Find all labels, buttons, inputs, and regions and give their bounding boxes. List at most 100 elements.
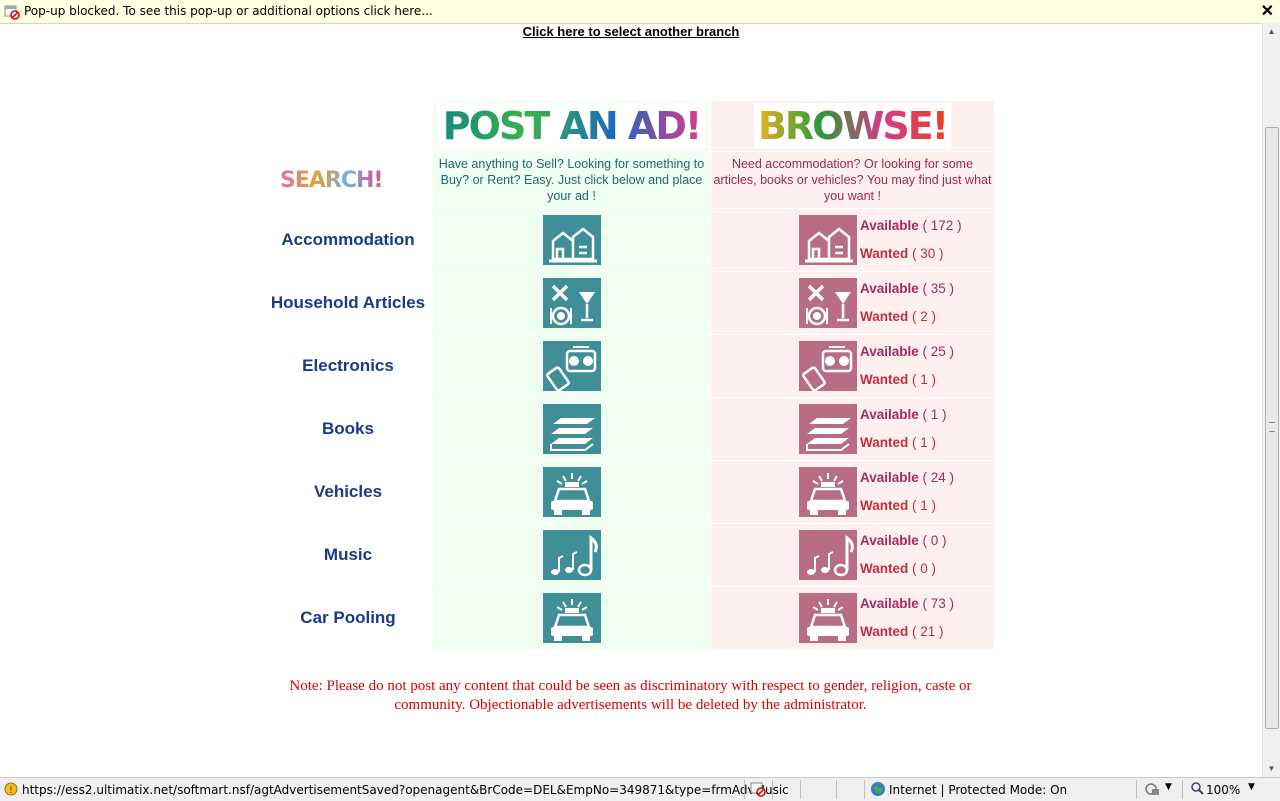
infobar-text[interactable]: Pop-up blocked. To see this pop-up or ad…: [24, 4, 433, 18]
category-link-accommodation[interactable]: Accommodation: [281, 230, 414, 249]
popup-blocked-infobar[interactable]: Pop-up blocked. To see this pop-up or ad…: [0, 0, 1280, 24]
category-link-household-articles[interactable]: Household Articles: [271, 293, 425, 312]
available-label[interactable]: Available: [860, 344, 919, 359]
close-icon[interactable]: ✕: [1261, 1, 1274, 21]
music-notes-icon: [807, 534, 854, 577]
radio-phone-icon: [802, 346, 853, 391]
zoom-level[interactable]: 100%: [1206, 783, 1240, 797]
post-an-ad-logo-text: POST AN AD!: [442, 104, 702, 148]
browse-books-button[interactable]: [799, 404, 857, 454]
scroll-up-arrow-icon[interactable]: ▲: [1263, 23, 1280, 40]
tools-dining-icon: [549, 284, 595, 326]
books-icon: [806, 418, 851, 451]
car-icon: [550, 473, 593, 515]
category-row: Accommodation Available ( 172 ) Wanted ( 3…: [263, 208, 995, 272]
wanted-label[interactable]: Wanted: [860, 246, 908, 261]
wanted-label[interactable]: Wanted: [860, 561, 908, 576]
post-books-button[interactable]: [542, 404, 601, 454]
category-row: Music Available ( 0 ) Wanted ( 0 ): [263, 523, 995, 587]
post-an-ad-header: POST AN AD!: [432, 100, 711, 152]
wanted-count: ( 1 ): [912, 372, 937, 387]
page-loading-icon: !: [4, 782, 18, 796]
browse-household-articles-button[interactable]: [799, 278, 857, 328]
wanted-count: ( 30 ): [912, 246, 944, 261]
available-label[interactable]: Available: [860, 281, 919, 296]
available-books-link[interactable]: Available ( 1 ): [860, 401, 947, 429]
category-row: Vehicles Available ( 24 ) Wanted ( 1 ): [263, 460, 995, 524]
wanted-count: ( 1 ): [912, 435, 937, 450]
wanted-count: ( 2 ): [912, 309, 937, 324]
browse-music-button[interactable]: [799, 530, 857, 580]
wanted-label[interactable]: Wanted: [860, 624, 908, 639]
category-link-music[interactable]: Music: [324, 545, 372, 564]
available-label[interactable]: Available: [860, 218, 919, 233]
browse-electronics-button[interactable]: [799, 341, 857, 391]
wanted-accommodation-link[interactable]: Wanted ( 30 ): [860, 240, 962, 268]
wanted-label[interactable]: Wanted: [860, 309, 908, 324]
vertical-scrollbar[interactable]: ▲ ▼: [1262, 23, 1280, 777]
available-household-articles-link[interactable]: Available ( 35 ): [860, 275, 954, 303]
advertisement-table: POST AN AD! BROWSE! SEARCH! Have anythin…: [263, 100, 995, 650]
post-electronics-button[interactable]: [542, 341, 601, 391]
available-car-pooling-link[interactable]: Available ( 73 ): [860, 590, 954, 618]
browse-accommodation-button[interactable]: [799, 215, 857, 265]
wanted-label[interactable]: Wanted: [860, 498, 908, 513]
category-link-vehicles[interactable]: Vehicles: [314, 482, 382, 501]
category-row: Household Articles Available ( 35 ) Wanted…: [263, 271, 995, 335]
books-icon: [549, 418, 595, 451]
wanted-label[interactable]: Wanted: [860, 372, 908, 387]
available-music-link[interactable]: Available ( 0 ): [860, 527, 947, 555]
zoom-icon: [1191, 782, 1204, 795]
radio-phone-icon: [545, 346, 596, 391]
wanted-electronics-link[interactable]: Wanted ( 1 ): [860, 366, 954, 394]
chevron-down-icon[interactable]: ▼: [1165, 782, 1172, 792]
category-link-electronics[interactable]: Electronics: [302, 356, 394, 375]
wanted-music-link[interactable]: Wanted ( 0 ): [860, 555, 947, 583]
tools-dining-icon: [806, 284, 851, 326]
chevron-down-icon[interactable]: ▼: [1248, 782, 1255, 792]
scrollbar-thumb[interactable]: [1265, 127, 1279, 729]
browse-description: Need accommodation? Or looking for some …: [710, 151, 995, 209]
available-count: ( 172 ): [922, 218, 962, 233]
post-music-button[interactable]: [542, 530, 601, 580]
post-an-ad-logo: POST AN AD!: [436, 103, 707, 149]
category-link-car-pooling[interactable]: Car Pooling: [300, 608, 395, 627]
available-label[interactable]: Available: [860, 407, 919, 422]
browse-header: BROWSE!: [710, 100, 995, 152]
popup-blocked-icon: [4, 5, 20, 20]
available-electronics-link[interactable]: Available ( 25 ): [860, 338, 954, 366]
post-car-pooling-button[interactable]: [542, 593, 601, 643]
wanted-household-articles-link[interactable]: Wanted ( 2 ): [860, 303, 954, 331]
post-household-articles-button[interactable]: [542, 278, 601, 328]
category-link-books[interactable]: Books: [322, 419, 374, 438]
wanted-count: ( 0 ): [912, 561, 937, 576]
available-accommodation-link[interactable]: Available ( 172 ): [860, 212, 962, 240]
post-accommodation-button[interactable]: [542, 215, 601, 265]
search-logo: SEARCH!: [280, 168, 383, 193]
house-icon: [805, 227, 853, 263]
browse-car-pooling-button[interactable]: [799, 593, 857, 643]
select-branch-link[interactable]: Click here to select another branch: [0, 24, 1262, 39]
browse-logo: BROWSE!: [753, 103, 952, 149]
available-count: ( 25 ): [922, 344, 955, 359]
globe-icon: [871, 782, 885, 796]
available-vehicles-link[interactable]: Available ( 24 ): [860, 464, 954, 492]
car-icon: [550, 599, 593, 641]
wanted-books-link[interactable]: Wanted ( 1 ): [860, 429, 947, 457]
category-row: Electronics Available ( 25 ) Wanted ( 1 ): [263, 334, 995, 398]
available-label[interactable]: Available: [860, 533, 919, 548]
house-icon: [548, 227, 597, 263]
protected-mode-icon[interactable]: [1144, 781, 1160, 797]
wanted-car-pooling-link[interactable]: Wanted ( 21 ): [860, 618, 954, 646]
wanted-vehicles-link[interactable]: Wanted ( 1 ): [860, 492, 954, 520]
browse-vehicles-button[interactable]: [799, 467, 857, 517]
status-bar: ! https://ess2.ultimatix.net/softmart.ns…: [0, 777, 1280, 801]
available-label[interactable]: Available: [860, 470, 919, 485]
wanted-label[interactable]: Wanted: [860, 435, 908, 450]
scroll-down-arrow-icon[interactable]: ▼: [1263, 760, 1280, 777]
post-vehicles-button[interactable]: [542, 467, 601, 517]
car-icon: [807, 599, 849, 641]
available-label[interactable]: Available: [860, 596, 919, 611]
popup-blocked-status-icon[interactable]: [750, 781, 766, 797]
car-icon: [807, 473, 849, 515]
